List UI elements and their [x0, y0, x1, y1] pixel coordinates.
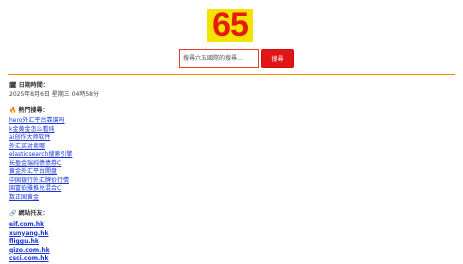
hot-search-link[interactable]: 数正国黄金: [9, 194, 39, 201]
list-item: 黄金外汇平台開盘: [9, 164, 72, 175]
current-datetime: 2025年8月6日 星期三 04時58分: [9, 91, 99, 98]
list-item: hero外汇平台靠谱吗: [9, 113, 72, 124]
list-item: elasticsearch搜索引擎: [9, 147, 72, 158]
header-divider: [8, 74, 455, 75]
list-item: eif.com.hk: [9, 217, 50, 228]
search-form: 搜尋: [179, 49, 294, 68]
search-button[interactable]: 搜尋: [261, 49, 294, 68]
search-input[interactable]: [179, 49, 259, 68]
friend-links-list: eif.com.hk xunyang.hk fliggu.hk qizo.com…: [9, 217, 50, 262]
hot-search-list: hero外汇平台靠谱吗 k金黄金怎么看纯 ai创作大师软件 外汇买对卖哪 ela…: [9, 113, 72, 201]
friend-link[interactable]: csci.com.hk: [9, 255, 49, 262]
friend-links-heading: 🔗 網站托友：: [9, 210, 49, 217]
list-item: xunyang.hk: [9, 226, 50, 237]
page: 65 搜尋 🗓 日期時間： 2025年8月6日 星期三 04時58分 🔥 熱門搜…: [0, 0, 463, 262]
site-logo[interactable]: 65: [207, 8, 253, 42]
list-item: ai创作大师软件: [9, 130, 72, 141]
list-item: 中国银行外汇牌价行情: [9, 173, 72, 184]
list-item: 外汇买对卖哪: [9, 139, 72, 150]
list-item: qizo.com.hk: [9, 243, 50, 254]
date-heading: 🗓 日期時間：: [9, 82, 49, 89]
list-item: csci.com.hk: [9, 251, 50, 262]
